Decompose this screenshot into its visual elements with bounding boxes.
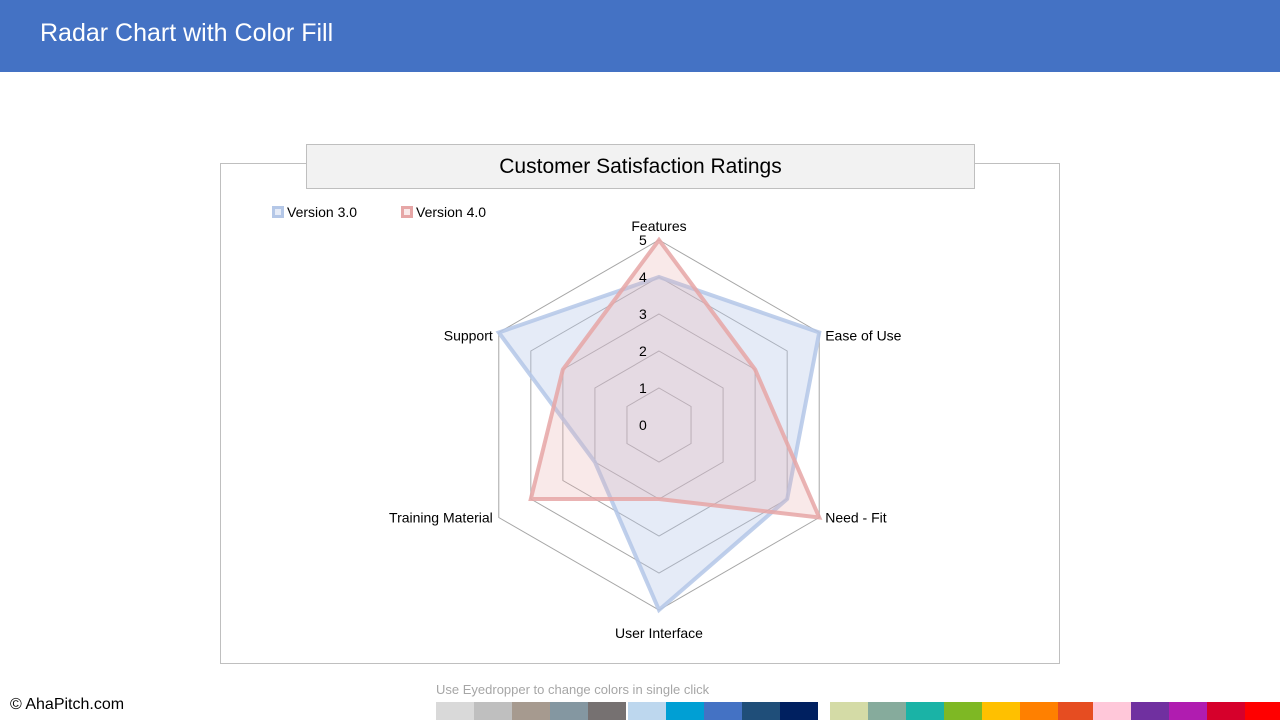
color-swatch[interactable] <box>512 702 550 720</box>
category-label: Support <box>444 328 493 344</box>
category-label: User Interface <box>615 625 703 641</box>
color-swatch[interactable] <box>830 702 868 720</box>
palette-group-neutrals <box>436 702 626 720</box>
radar-chart: 0 1 2 3 4 5Features Ease of Use Need - Fit User … <box>389 218 902 641</box>
color-swatch[interactable] <box>666 702 704 720</box>
color-swatch[interactable] <box>704 702 742 720</box>
color-swatch[interactable] <box>588 702 626 720</box>
palette-group-pinks <box>1093 702 1280 720</box>
color-swatch[interactable] <box>944 702 982 720</box>
color-swatch[interactable] <box>868 702 906 720</box>
color-swatch[interactable] <box>436 702 474 720</box>
category-label: Features <box>631 218 686 234</box>
color-swatch[interactable] <box>742 702 780 720</box>
color-swatch[interactable] <box>1093 702 1131 720</box>
eyedropper-hint: Use Eyedropper to change colors in singl… <box>436 682 710 697</box>
color-swatch[interactable] <box>1207 702 1245 720</box>
category-label: Training Material <box>389 510 493 526</box>
color-swatch[interactable] <box>628 702 666 720</box>
color-swatch[interactable] <box>474 702 512 720</box>
palette-group-blues <box>628 702 818 720</box>
tick-label: 1 <box>639 380 647 396</box>
color-swatch[interactable] <box>982 702 1020 720</box>
copyright-text: © AhaPitch.com <box>10 696 125 713</box>
color-swatch[interactable] <box>1169 702 1207 720</box>
color-swatch[interactable] <box>1020 702 1058 720</box>
category-label: Ease of Use <box>825 328 901 344</box>
color-swatch[interactable] <box>550 702 588 720</box>
tick-label: 2 <box>639 343 647 359</box>
color-swatch[interactable] <box>1131 702 1169 720</box>
palette-group-warm <box>830 702 1096 720</box>
tick-label: 5 <box>639 232 647 248</box>
color-swatch[interactable] <box>1245 702 1280 720</box>
tick-label: 0 <box>639 417 647 433</box>
category-label: Need - Fit <box>825 510 887 526</box>
tick-label: 3 <box>639 306 647 322</box>
color-swatch[interactable] <box>780 702 818 720</box>
tick-label: 4 <box>639 269 647 285</box>
color-swatch[interactable] <box>906 702 944 720</box>
color-swatch[interactable] <box>1058 702 1096 720</box>
